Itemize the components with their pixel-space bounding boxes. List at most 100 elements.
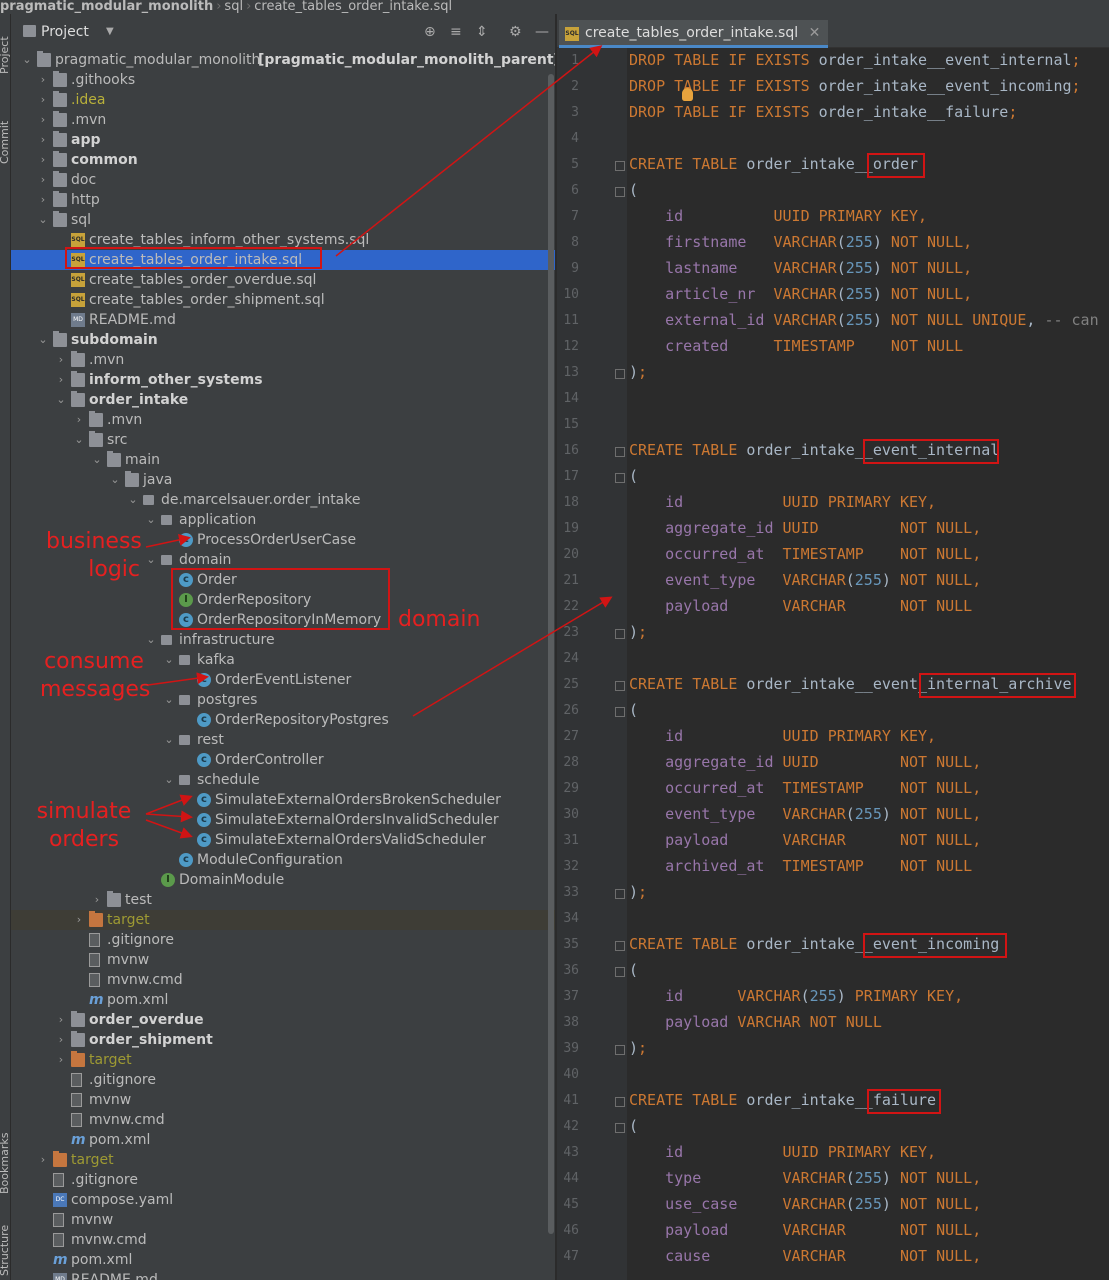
chevron-right-icon[interactable]: › [37, 170, 49, 190]
fold-marker-icon[interactable] [615, 369, 625, 379]
chevron-down-icon[interactable]: ▼ [106, 20, 114, 44]
chevron-down-icon[interactable]: ⌄ [145, 630, 157, 650]
code-line[interactable]: ( [629, 467, 638, 485]
code-line[interactable]: external_id VARCHAR(255) NOT NULL UNIQUE… [629, 311, 1109, 329]
code-line[interactable]: DROP TABLE IF EXISTS order_intake__failu… [629, 103, 1017, 121]
code-line[interactable]: id UUID PRIMARY KEY, [629, 727, 936, 745]
tree-item[interactable]: c OrderController [11, 750, 555, 770]
tree-item[interactable]: › target [11, 1050, 555, 1070]
code-line[interactable]: article_nr VARCHAR(255) NOT NULL, [629, 285, 972, 303]
strip-project-tab[interactable]: Project [0, 36, 10, 74]
tree-item[interactable]: ⌄ subdomain [11, 330, 555, 350]
code-line[interactable]: event_type VARCHAR(255) NOT NULL, [629, 571, 981, 589]
tab-create-tables-order-intake[interactable]: SQL create_tables_order_intake.sql ✕ [559, 20, 829, 48]
tree-item[interactable]: › order_shipment [11, 1030, 555, 1050]
tree-item[interactable]: › test [11, 890, 555, 910]
code-line[interactable]: firstname VARCHAR(255) NOT NULL, [629, 233, 972, 251]
chevron-down-icon[interactable]: ⌄ [55, 390, 67, 410]
code-line[interactable]: ); [629, 363, 647, 381]
breadcrumb-file[interactable]: create_tables_order_intake.sql [254, 0, 452, 14]
tree-item[interactable]: DC compose.yaml [11, 1190, 555, 1210]
tree-item[interactable]: I DomainModule [11, 870, 555, 890]
chevron-right-icon[interactable]: › [37, 110, 49, 130]
tree-item[interactable]: mvnw.cmd [11, 970, 555, 990]
chevron-down-icon[interactable]: ⌄ [91, 450, 103, 470]
chevron-down-icon[interactable]: ⌄ [163, 690, 175, 710]
chevron-down-icon[interactable]: ⌄ [145, 550, 157, 570]
chevron-down-icon[interactable]: ⌄ [37, 210, 49, 230]
code-line[interactable]: type VARCHAR(255) NOT NULL, [629, 1169, 981, 1187]
fold-marker-icon[interactable] [615, 1097, 625, 1107]
code-line[interactable]: payload VARCHAR NOT NULL [629, 597, 972, 615]
fold-marker-icon[interactable] [615, 967, 625, 977]
tree-item[interactable]: ⌄ java [11, 470, 555, 490]
chevron-right-icon[interactable]: › [37, 1150, 49, 1170]
fold-marker-icon[interactable] [615, 1123, 625, 1133]
chevron-right-icon[interactable]: › [55, 1010, 67, 1030]
project-title[interactable]: Project [41, 20, 89, 44]
tree-item[interactable]: ⌄ de.marcelsauer.order_intake [11, 490, 555, 510]
fold-marker-icon[interactable] [615, 473, 625, 483]
tree-item[interactable]: › inform_other_systems [11, 370, 555, 390]
intention-bulb-icon[interactable] [682, 88, 693, 101]
tree-item[interactable]: mvnw.cmd [11, 1110, 555, 1130]
code-line[interactable]: ( [629, 1117, 638, 1135]
tree-item[interactable]: ⌄ sql [11, 210, 555, 230]
tree-item[interactable]: .gitignore [11, 930, 555, 950]
chevron-right-icon[interactable]: › [37, 130, 49, 150]
fold-marker-icon[interactable] [615, 707, 625, 717]
tree-item[interactable]: ⌄ main [11, 450, 555, 470]
code-line[interactable]: payload VARCHAR NOT NULL, [629, 831, 981, 849]
chevron-down-icon[interactable]: ⌄ [163, 770, 175, 790]
code-line[interactable]: ( [629, 701, 638, 719]
tree-item[interactable]: › doc [11, 170, 555, 190]
tree-item[interactable]: MD README.md [11, 1270, 555, 1280]
breadcrumb-folder[interactable]: sql [224, 0, 243, 14]
code-line[interactable]: ); [629, 1039, 647, 1057]
fold-marker-icon[interactable] [615, 161, 625, 171]
tree-item[interactable]: › target [11, 910, 555, 930]
code-line[interactable]: ( [629, 961, 638, 979]
tree-item[interactable]: › .mvn [11, 410, 555, 430]
code-line[interactable]: cause VARCHAR NOT NULL, [629, 1247, 981, 1265]
code-line[interactable]: id UUID PRIMARY KEY, [629, 207, 927, 225]
code-line[interactable]: payload VARCHAR NOT NULL, [629, 1221, 981, 1239]
tree-item[interactable]: .gitignore [11, 1070, 555, 1090]
fold-marker-icon[interactable] [615, 629, 625, 639]
fold-marker-icon[interactable] [615, 447, 625, 457]
tree-item[interactable]: ⌄ src [11, 430, 555, 450]
collapse-all-icon[interactable]: ≡ [450, 20, 462, 44]
chevron-down-icon[interactable]: ⌄ [109, 470, 121, 490]
chevron-right-icon[interactable]: › [55, 1050, 67, 1070]
tree-item[interactable]: mvnw.cmd [11, 1230, 555, 1250]
code-editor[interactable]: SQL create_tables_order_intake.sql ✕ DRO… [557, 14, 1109, 1280]
tree-scrollbar[interactable] [548, 74, 554, 1234]
chevron-down-icon[interactable]: ⌄ [37, 330, 49, 350]
gear-icon[interactable]: ⚙ [509, 20, 522, 44]
tree-item[interactable]: › order_overdue [11, 1010, 555, 1030]
code-line[interactable]: ( [629, 181, 638, 199]
tree-item[interactable]: SQL create_tables_order_shipment.sql [11, 290, 555, 310]
tree-item[interactable]: mvnw [11, 1090, 555, 1110]
close-icon[interactable]: ✕ [809, 25, 821, 41]
tree-item[interactable]: mvnw [11, 1210, 555, 1230]
code-line[interactable]: use_case VARCHAR(255) NOT NULL, [629, 1195, 981, 1213]
chevron-down-icon[interactable]: ⌄ [163, 730, 175, 750]
chevron-down-icon[interactable]: ⌄ [73, 430, 85, 450]
breadcrumb-project[interactable]: pragmatic_modular_monolith [0, 0, 213, 14]
expand-all-icon[interactable]: ⇕ [476, 20, 488, 44]
chevron-right-icon[interactable]: › [37, 190, 49, 210]
tree-item[interactable]: m pom.xml [11, 1130, 555, 1150]
code-line[interactable]: DROP TABLE IF EXISTS order_intake__event… [629, 51, 1081, 69]
fold-marker-icon[interactable] [615, 889, 625, 899]
tree-item[interactable]: c OrderRepositoryPostgres [11, 710, 555, 730]
tree-item[interactable]: › .githooks [11, 70, 555, 90]
tree-item[interactable]: › target [11, 1150, 555, 1170]
tree-item[interactable]: ⌄ rest [11, 730, 555, 750]
code-line[interactable]: payload VARCHAR NOT NULL [629, 1013, 882, 1031]
strip-structure-tab[interactable]: Structure [0, 1225, 10, 1276]
tree-item[interactable]: › common [11, 150, 555, 170]
tree-item[interactable]: › http [11, 190, 555, 210]
chevron-right-icon[interactable]: › [55, 350, 67, 370]
chevron-right-icon[interactable]: › [37, 90, 49, 110]
